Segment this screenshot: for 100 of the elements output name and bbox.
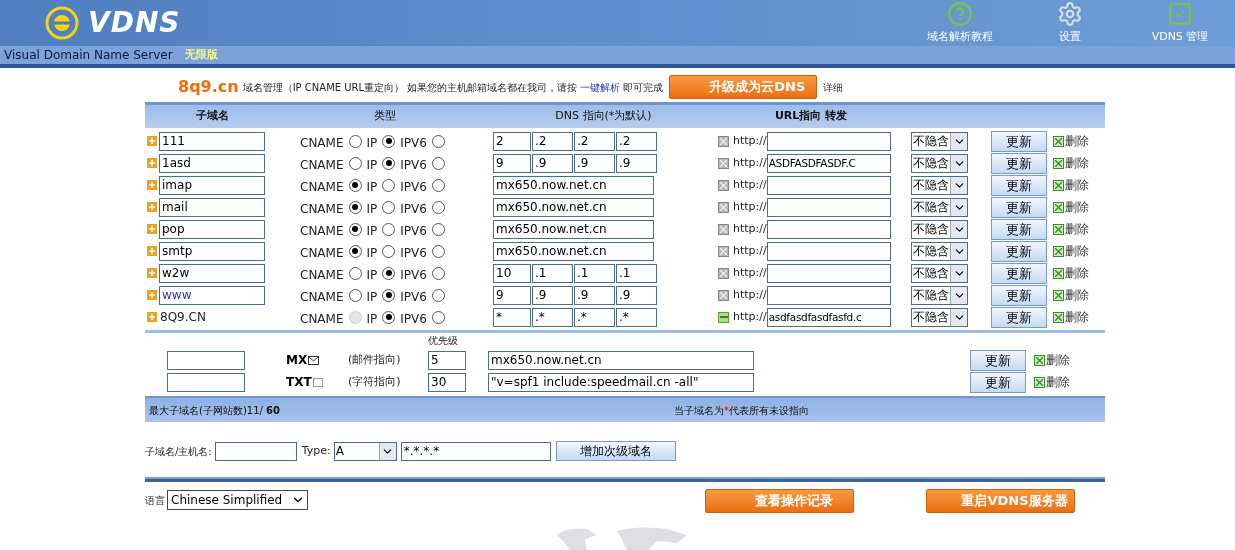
radio-button[interactable] (431, 310, 445, 324)
radio-button[interactable] (382, 200, 396, 214)
radio-button[interactable] (348, 134, 362, 148)
url-field[interactable] (766, 263, 891, 283)
ip-octet-field[interactable]: .* (574, 307, 615, 327)
detail-link[interactable]: 详细 (823, 79, 844, 95)
delete-link[interactable]: 删除 (1053, 176, 1089, 194)
ip-octet-field[interactable]: 9 (493, 285, 531, 305)
host-field[interactable] (167, 350, 245, 370)
target-field[interactable]: mx650.now.net.cn (493, 197, 654, 217)
hide-select[interactable]: 不隐含 (911, 153, 968, 173)
language-select[interactable]: Chinese Simplified (167, 490, 308, 511)
hide-select[interactable]: 不隐含 (911, 197, 968, 217)
cross-icon[interactable] (718, 267, 729, 279)
ip-octet-field[interactable]: .9 (532, 153, 573, 173)
cross-icon[interactable] (718, 157, 729, 169)
hide-select[interactable]: 不隐含 (911, 241, 968, 261)
subdomain-field[interactable]: www (159, 285, 265, 305)
update-button[interactable]: 更新 (991, 285, 1047, 306)
radio-button[interactable] (431, 266, 445, 280)
update-button[interactable]: 更新 (991, 197, 1047, 218)
radio-button[interactable] (382, 222, 396, 236)
minus-icon[interactable] (718, 311, 729, 323)
update-button[interactable]: 更新 (991, 307, 1047, 328)
radio-button[interactable] (431, 134, 445, 148)
target-field[interactable]: mx650.now.net.cn (493, 241, 654, 261)
ip-octet-field[interactable]: 9 (493, 153, 531, 173)
url-field[interactable]: ASDFASDFASDF.C (766, 153, 891, 173)
priority-field[interactable]: 30 (428, 372, 466, 392)
radio-button[interactable] (348, 288, 362, 302)
update-button[interactable]: 更新 (991, 131, 1047, 152)
delete-link[interactable]: 删除 (1053, 154, 1089, 172)
update-button[interactable]: 更新 (991, 175, 1047, 196)
delete-link[interactable]: 删除 (1053, 308, 1089, 326)
ip-octet-field[interactable]: .2 (616, 131, 657, 151)
hide-select[interactable]: 不隐含 (911, 263, 968, 283)
subdomain-field[interactable]: smtp (159, 241, 265, 261)
type-select[interactable]: A (333, 441, 397, 461)
url-field[interactable] (766, 219, 891, 239)
delete-link[interactable]: 删除 (1053, 220, 1089, 238)
ip-octet-field[interactable]: .9 (616, 285, 657, 305)
hide-select[interactable]: 不隐含 (911, 175, 968, 195)
radio-button[interactable] (431, 288, 445, 302)
radio-button[interactable] (348, 200, 362, 214)
hide-select[interactable]: 不隐含 (911, 219, 968, 239)
radio-button[interactable] (348, 178, 362, 192)
radio-button[interactable] (382, 244, 396, 258)
ip-octet-field[interactable]: .2 (532, 131, 573, 151)
radio-button[interactable] (382, 266, 396, 280)
radio-button[interactable] (431, 222, 445, 236)
ip-octet-field[interactable]: .* (616, 307, 657, 327)
cross-icon[interactable] (718, 179, 729, 191)
ip-octet-field[interactable]: .9 (616, 153, 657, 173)
url-field[interactable]: asdfasdfasdfasfd.c (766, 307, 891, 327)
radio-button[interactable] (382, 178, 396, 192)
radio-button[interactable] (348, 156, 362, 170)
ip-octet-field[interactable]: * (493, 307, 531, 327)
radio-button[interactable] (382, 156, 396, 170)
url-field[interactable] (766, 131, 891, 151)
delete-link[interactable]: 删除 (1053, 242, 1089, 260)
radio-button[interactable] (348, 244, 362, 258)
update-button[interactable]: 更新 (991, 241, 1047, 262)
ip-octet-field[interactable]: .1 (574, 263, 615, 283)
cross-icon[interactable] (718, 135, 729, 147)
update-button[interactable]: 更新 (991, 219, 1047, 240)
ip-octet-field[interactable]: .1 (616, 263, 657, 283)
url-field[interactable] (766, 197, 891, 217)
ip-octet-field[interactable]: .2 (574, 131, 615, 151)
radio-button[interactable] (382, 288, 396, 302)
cross-icon[interactable] (718, 245, 729, 257)
radio-button[interactable] (431, 178, 445, 192)
url-field[interactable] (766, 241, 891, 261)
cross-icon[interactable] (718, 289, 729, 301)
hide-select[interactable]: 不隐含 (911, 131, 968, 151)
hide-select[interactable]: 不隐含 (911, 307, 968, 327)
ip-octet-field[interactable]: .9 (574, 285, 615, 305)
target-field[interactable]: mx650.now.net.cn (493, 175, 654, 195)
delete-link[interactable]: 删除 (1053, 198, 1089, 216)
ip-octet-field[interactable]: 2 (493, 131, 531, 151)
value-field[interactable]: *.*.*.* (400, 441, 551, 461)
subdomain-field[interactable]: mail (159, 197, 265, 217)
url-field[interactable] (766, 285, 891, 305)
update-button[interactable]: 更新 (970, 350, 1026, 371)
delete-link[interactable]: 删除 (1034, 351, 1070, 369)
host-field[interactable] (167, 372, 245, 392)
delete-link[interactable]: 删除 (1053, 132, 1089, 150)
radio-button[interactable] (382, 134, 396, 148)
ip-octet-field[interactable]: .* (532, 307, 573, 327)
record-value-field[interactable]: mx650.now.net.cn (488, 350, 754, 370)
hide-select[interactable]: 不隐含 (911, 285, 968, 305)
radio-button[interactable] (382, 310, 396, 324)
delete-link[interactable]: 删除 (1034, 373, 1070, 391)
update-button[interactable]: 更新 (970, 372, 1026, 393)
one-click-link[interactable]: 一键解析 (580, 79, 621, 95)
ip-octet-field[interactable]: .1 (532, 263, 573, 283)
radio-button[interactable] (348, 222, 362, 236)
radio-button[interactable] (348, 266, 362, 280)
cross-icon[interactable] (718, 223, 729, 235)
radio-button[interactable] (431, 200, 445, 214)
subdomain-field[interactable]: pop (159, 219, 265, 239)
